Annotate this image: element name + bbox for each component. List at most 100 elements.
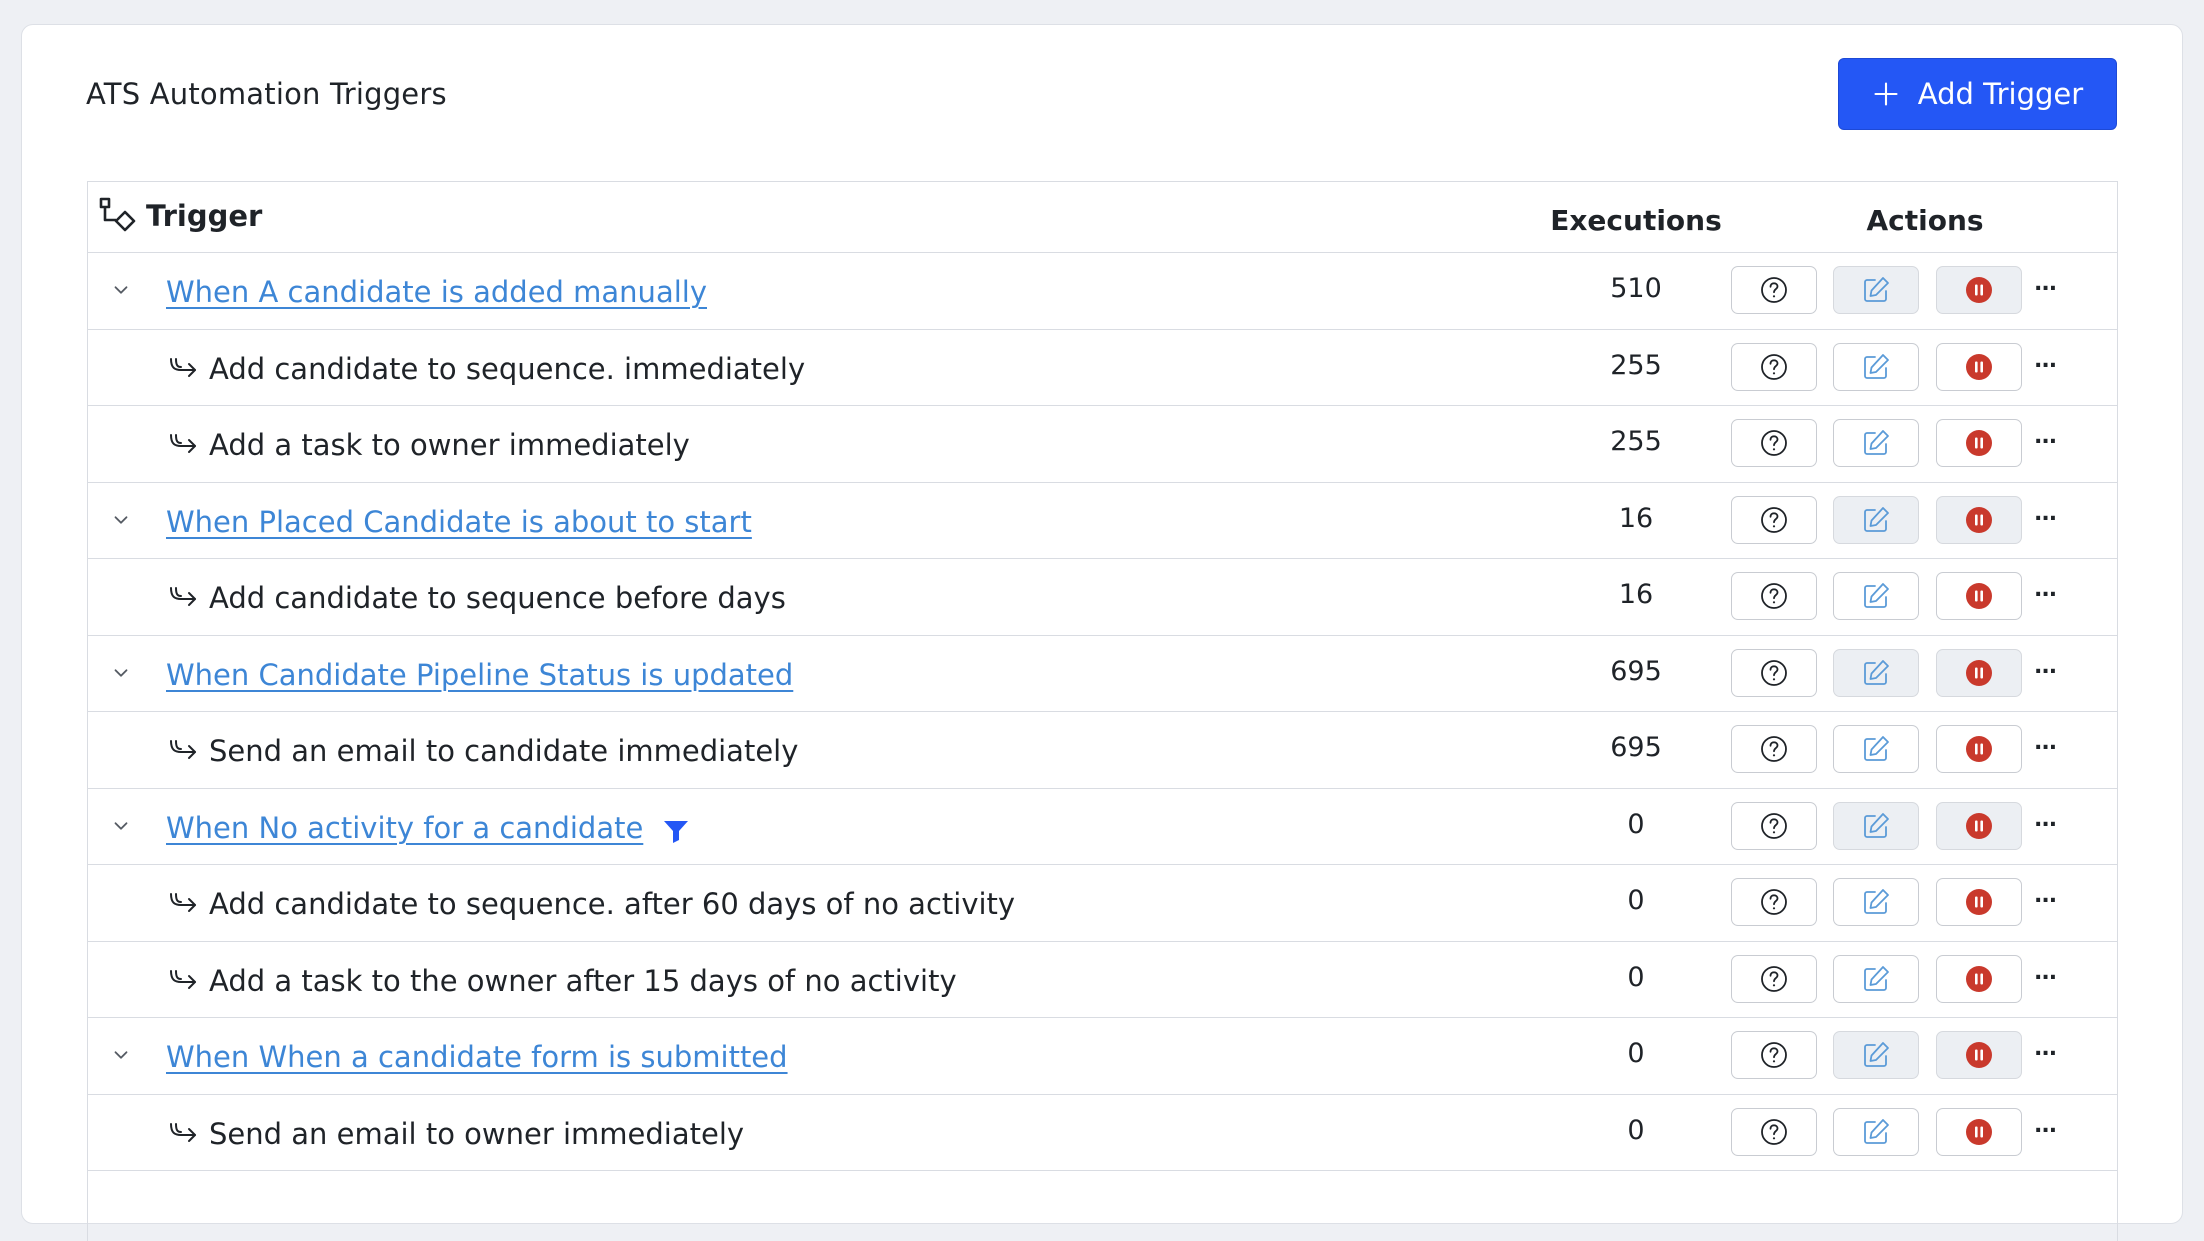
edit-button[interactable]	[1833, 725, 1919, 773]
edit-button[interactable]	[1833, 419, 1919, 467]
help-button[interactable]	[1731, 648, 1817, 697]
more-options-button[interactable]: ...	[2034, 271, 2057, 296]
more-options-button[interactable]: ...	[2034, 424, 2057, 449]
edit-button[interactable]	[1833, 495, 1919, 544]
executions-count: 255	[1610, 426, 1662, 457]
action-label: Add candidate to sequence before days	[209, 581, 786, 615]
trigger-link[interactable]: When Placed Candidate is about to start	[166, 505, 752, 539]
pause-circle-icon	[1964, 275, 1994, 305]
arrow-return-right-icon	[168, 585, 200, 611]
pause-button[interactable]	[1936, 266, 2022, 314]
edit-button[interactable]	[1833, 878, 1919, 926]
action-row: Add a task to owner immediately 255...	[88, 406, 2117, 483]
pause-circle-icon	[1964, 887, 1994, 917]
edit-button[interactable]	[1833, 342, 1919, 391]
pause-circle-icon	[1964, 505, 1994, 535]
column-header-trigger: Trigger	[98, 196, 262, 236]
executions-count: 0	[1627, 961, 1645, 993]
question-circle-icon	[1759, 1040, 1789, 1070]
pause-button[interactable]	[1936, 342, 2022, 391]
question-circle-icon	[1759, 428, 1789, 458]
add-trigger-button[interactable]: Add Trigger	[1838, 58, 2117, 130]
pause-button[interactable]	[1936, 1107, 2022, 1156]
table-header: Trigger Executions Actions	[88, 182, 2117, 253]
pause-button[interactable]	[1936, 878, 2022, 926]
trigger-link[interactable]: When Candidate Pipeline Status is update…	[166, 658, 793, 692]
filter-icon[interactable]	[663, 819, 689, 843]
pencil-square-icon	[1861, 352, 1891, 382]
more-options-button[interactable]: ...	[2034, 730, 2057, 755]
more-options-button[interactable]: ...	[2034, 501, 2057, 526]
more-options-button[interactable]: ...	[2034, 577, 2057, 602]
edit-button[interactable]	[1833, 648, 1919, 697]
more-options-button[interactable]: ...	[2034, 807, 2057, 832]
action-row: Add candidate to sequence. immediately 25…	[88, 330, 2117, 406]
pause-circle-icon	[1964, 352, 1994, 382]
pause-button[interactable]	[1936, 725, 2022, 773]
more-options-button[interactable]: ...	[2034, 960, 2057, 985]
chevron-down-icon[interactable]	[110, 1044, 132, 1066]
action-row: Add candidate to sequence. after 60 days…	[88, 865, 2117, 942]
help-button[interactable]	[1731, 495, 1817, 544]
help-button[interactable]	[1731, 572, 1817, 620]
chevron-down-icon[interactable]	[110, 815, 132, 837]
pencil-square-icon	[1861, 964, 1891, 994]
more-options-button[interactable]: ...	[2034, 1113, 2057, 1138]
arrow-return-right-icon	[168, 738, 200, 764]
help-button[interactable]	[1731, 266, 1817, 314]
trigger-link[interactable]: When When a candidate form is submitted	[166, 1040, 788, 1074]
pause-button[interactable]	[1936, 648, 2022, 697]
edit-button[interactable]	[1833, 801, 1919, 850]
plus-icon	[1874, 82, 1898, 106]
help-button[interactable]	[1731, 1107, 1817, 1156]
pause-button[interactable]	[1936, 1031, 2022, 1079]
add-trigger-label: Add Trigger	[1917, 77, 2084, 111]
more-options-button[interactable]: ...	[2034, 1036, 2057, 1061]
help-button[interactable]	[1731, 342, 1817, 391]
help-button[interactable]	[1731, 954, 1817, 1003]
trigger-row: When A candidate is added manually 510...	[88, 253, 2117, 330]
help-button[interactable]	[1731, 878, 1817, 926]
column-header-executions: Executions	[1550, 204, 1722, 237]
pencil-square-icon	[1861, 1117, 1891, 1147]
more-options-button[interactable]: ...	[2034, 348, 2057, 373]
arrow-return-right-icon	[168, 968, 200, 994]
help-button[interactable]	[1731, 1031, 1817, 1079]
edit-button[interactable]	[1833, 266, 1919, 314]
more-options-button[interactable]: ...	[2034, 654, 2057, 679]
action-label: Add a task to the owner after 15 days of…	[209, 963, 957, 998]
workflow-icon	[99, 197, 136, 232]
chevron-down-icon[interactable]	[110, 509, 132, 531]
action-label: Add candidate to sequence. after 60 days…	[209, 887, 1016, 921]
chevron-down-icon[interactable]	[110, 662, 132, 684]
help-button[interactable]	[1731, 725, 1817, 773]
pause-button[interactable]	[1936, 572, 2022, 620]
pause-circle-icon	[1964, 964, 1994, 994]
edit-button[interactable]	[1833, 1107, 1919, 1156]
pause-button[interactable]	[1936, 419, 2022, 467]
question-circle-icon	[1759, 1117, 1789, 1147]
action-row: Send an email to owner immediately 0...	[88, 1095, 2117, 1171]
trigger-link[interactable]: When No activity for a candidate	[166, 811, 643, 845]
edit-button[interactable]	[1833, 954, 1919, 1003]
trigger-link[interactable]: When A candidate is added manually	[166, 275, 707, 309]
executions-count: 255	[1610, 349, 1662, 381]
edit-button[interactable]	[1833, 1031, 1919, 1079]
executions-count: 510	[1610, 273, 1662, 304]
question-circle-icon	[1759, 811, 1789, 841]
more-options-button[interactable]: ...	[2034, 883, 2057, 908]
chevron-down-icon[interactable]	[110, 279, 132, 301]
arrow-return-right-icon	[168, 432, 200, 458]
pause-button[interactable]	[1936, 954, 2022, 1003]
help-button[interactable]	[1731, 801, 1817, 850]
pause-button[interactable]	[1936, 801, 2022, 850]
executions-count: 0	[1627, 1038, 1645, 1069]
pause-circle-icon	[1964, 581, 1994, 611]
pause-circle-icon	[1964, 1117, 1994, 1147]
page-title: ATS Automation Triggers	[86, 77, 447, 111]
help-button[interactable]	[1731, 419, 1817, 467]
pause-button[interactable]	[1936, 495, 2022, 544]
column-header-trigger-label: Trigger	[146, 199, 263, 233]
pause-circle-icon	[1964, 734, 1994, 764]
edit-button[interactable]	[1833, 572, 1919, 620]
